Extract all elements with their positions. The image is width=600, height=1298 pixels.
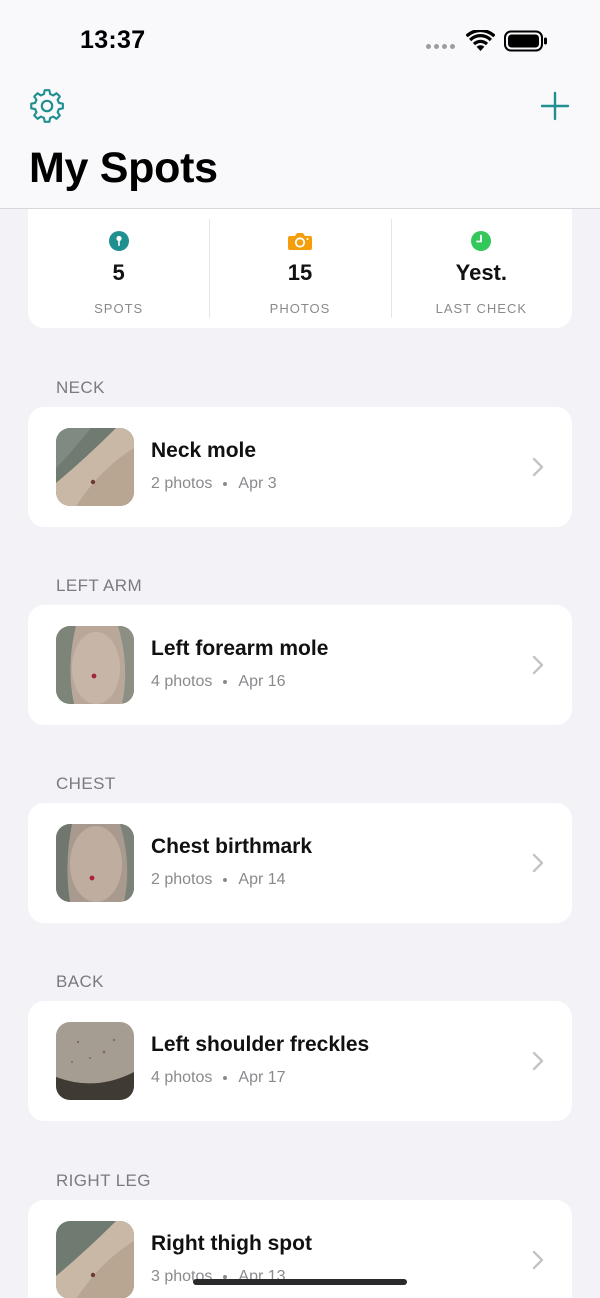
spot-row-left-forearm-mole[interactable]: Left forearm mole 4 photos Apr 16: [28, 605, 572, 725]
status-bar: 13:37: [0, 0, 600, 80]
spot-name: Neck mole: [151, 439, 257, 462]
last-date: Apr 14: [238, 871, 286, 888]
spot-thumbnail: [56, 428, 134, 506]
separator-dot: [223, 482, 228, 486]
status-time: 13:37: [80, 26, 146, 54]
stat-spots: 5 SPOTS: [28, 209, 209, 328]
spot-name: Left shoulder freckles: [151, 1033, 370, 1056]
spot-name: Chest birthmark: [151, 835, 313, 858]
last-date: Apr 17: [238, 1069, 286, 1086]
separator-dot: [223, 878, 228, 882]
photo-count: 4 photos: [151, 673, 213, 690]
page-title: My Spots: [29, 144, 218, 192]
gear-icon[interactable]: [29, 88, 65, 124]
section-header: RIGHT LEG: [56, 1171, 151, 1190]
chevron-right-icon: [532, 457, 544, 477]
home-indicator[interactable]: [193, 1279, 407, 1285]
last-date: Apr 16: [238, 673, 286, 690]
chevron-right-icon: [532, 655, 544, 675]
spot-row-chest-birthmark[interactable]: Chest birthmark 2 photos Apr 14: [28, 803, 572, 923]
separator-dot: [223, 680, 228, 684]
wifi-icon: [466, 30, 495, 51]
stats-card: 5 SPOTS 15 PHOTOS Yest. LAST CHECK: [28, 209, 572, 328]
section-header: NECK: [56, 378, 105, 397]
spot-thumbnail: [56, 824, 134, 902]
stat-label: LAST CHECK: [435, 301, 528, 316]
spot-row-neck-mole[interactable]: Neck mole 2 photos Apr 3: [28, 407, 572, 527]
stat-value: 15: [287, 260, 313, 285]
spot-name: Right thigh spot: [151, 1232, 312, 1255]
spot-name: Left forearm mole: [151, 637, 329, 660]
section-header: LEFT ARM: [56, 576, 143, 595]
chevron-right-icon: [532, 853, 544, 873]
spot-meta: 4 photos Apr 17: [151, 1069, 286, 1087]
section-header: BACK: [56, 972, 104, 991]
spot-thumbnail: [56, 626, 134, 704]
stat-label: SPOTS: [94, 301, 144, 316]
photo-count: 2 photos: [151, 871, 213, 888]
spot-meta: 2 photos Apr 3: [151, 475, 277, 493]
stat-last-check: Yest. LAST CHECK: [390, 209, 572, 328]
stat-value: 5: [112, 260, 125, 285]
last-date: Apr 3: [238, 475, 277, 492]
clock-icon: [471, 231, 492, 251]
spot-meta: 4 photos Apr 16: [151, 673, 286, 691]
pin-icon: [108, 231, 129, 251]
chevron-right-icon: [532, 1250, 544, 1270]
stat-label: PHOTOS: [269, 301, 331, 316]
battery-icon: [504, 30, 547, 52]
spot-row-left-shoulder-freckles[interactable]: Left shoulder freckles 4 photos Apr 17: [28, 1001, 572, 1121]
spot-meta: 2 photos Apr 14: [151, 871, 286, 889]
section-header: CHEST: [56, 774, 116, 793]
stat-value: Yest.: [455, 260, 507, 285]
photo-count: 2 photos: [151, 475, 213, 492]
cellular-signal-icon: [426, 44, 455, 49]
spot-thumbnail: [56, 1022, 134, 1100]
photo-count: 4 photos: [151, 1069, 213, 1086]
spot-thumbnail: [56, 1221, 134, 1298]
navigation-bar: 13:37 My Spots: [0, 0, 600, 209]
stat-photos: 15 PHOTOS: [209, 209, 390, 328]
plus-icon[interactable]: [538, 89, 572, 123]
camera-icon: [287, 233, 312, 250]
separator-dot: [223, 1076, 228, 1080]
chevron-right-icon: [532, 1051, 544, 1071]
